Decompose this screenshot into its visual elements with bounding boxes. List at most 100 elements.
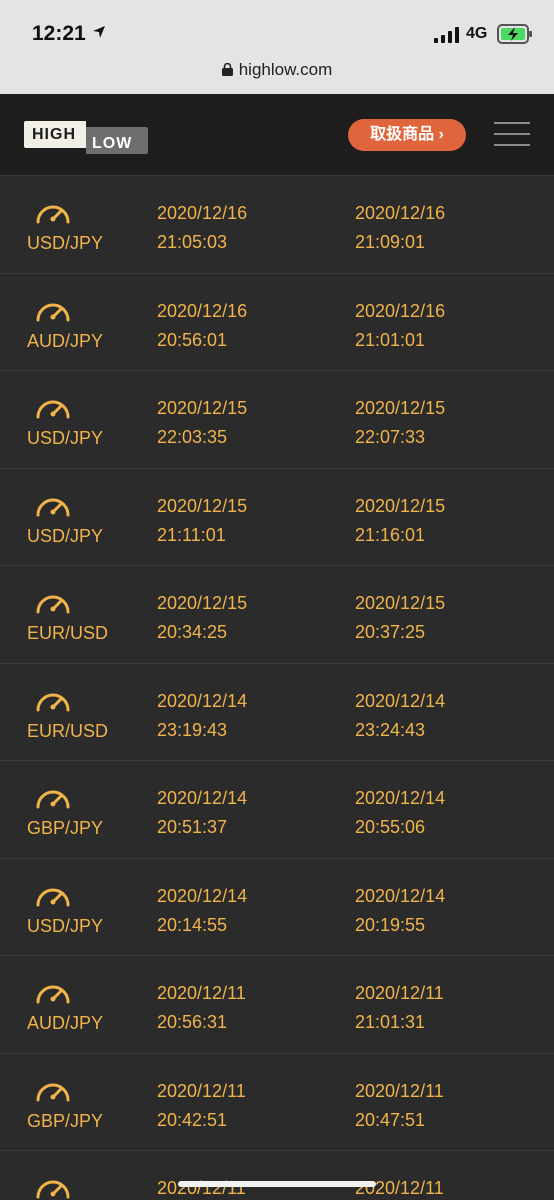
highlow-logo[interactable]: HIGH LOW — [24, 121, 148, 154]
trade-row[interactable]: USD/JPY 2020/12/14 20:14:55 2020/12/14 20:19… — [0, 859, 554, 956]
url-text: highlow.com — [238, 60, 333, 79]
trade-row[interactable]: USD/JPY 2020/12/15 21:11:01 2020/12/15 21:16… — [0, 469, 554, 566]
currency-pair: GBP/JPY — [27, 1110, 104, 1131]
close-time: 22:07:33 — [355, 427, 426, 447]
speedometer-icon — [36, 400, 70, 419]
lock-icon — [221, 63, 233, 76]
open-date: 2020/12/15 — [157, 398, 248, 418]
close-date: 2020/12/15 — [355, 398, 446, 418]
home-indicator — [178, 1181, 376, 1187]
trade-row[interactable]: AUD/JPY 2020/12/11 20:56:31 2020/12/11 21:01… — [0, 956, 554, 1054]
currency-pair: EUR/USD — [27, 623, 109, 643]
close-date: 2020/12/15 — [355, 593, 446, 613]
open-date: 2020/12/11 — [157, 983, 246, 1003]
status-time: 12:21 — [32, 22, 86, 45]
currency-pair: AUD/JPY — [27, 1013, 104, 1033]
trade-list: USD/JPY 2020/12/16 21:05:03 2020/12/16 21:09… — [0, 176, 554, 1200]
open-date: 2020/12/16 — [157, 300, 248, 321]
open-datetime: 2020/12/16 21:05:03 — [157, 199, 247, 257]
close-time: 20:19:55 — [355, 914, 426, 935]
network-type: 4G — [466, 25, 488, 42]
trade-row[interactable]: EUR/USD 2020/12/14 23:19:43 2020/12/14 23:24… — [0, 664, 554, 761]
products-button[interactable]: 取扱商品 › — [348, 119, 466, 151]
speedometer-icon — [36, 790, 70, 809]
open-date: 2020/12/14 — [157, 690, 248, 711]
close-time: 21:16:01 — [355, 524, 426, 545]
trade-row[interactable]: 2020/12/11 2020/12/11 — [0, 1151, 554, 1200]
open-datetime: 2020/12/14 20:14:55 — [157, 882, 247, 940]
logo-high: HIGH — [24, 121, 86, 148]
speedometer-icon — [36, 888, 70, 906]
open-time: 20:14:55 — [157, 914, 228, 935]
trade-row[interactable]: GBP/JPY 2020/12/14 20:51:37 2020/12/14 20:55… — [0, 761, 554, 859]
speedometer-icon — [36, 205, 70, 224]
status-bar: 12:21 4G highlow.com — [0, 0, 554, 94]
open-date: 2020/12/15 — [157, 593, 248, 613]
trade-row[interactable]: USD/JPY 2020/12/16 21:05:03 2020/12/16 21:09… — [0, 176, 554, 274]
open-time: 20:42:51 — [157, 1109, 228, 1130]
open-date: 2020/12/11 — [157, 1178, 246, 1198]
trade-row[interactable]: EUR/USD 2020/12/15 20:34:25 2020/12/15 20:37… — [0, 566, 554, 664]
currency-pair: USD/JPY — [27, 525, 104, 546]
close-date: 2020/12/14 — [355, 885, 446, 906]
open-time: 20:34:25 — [157, 622, 228, 642]
logo-low: LOW — [86, 127, 148, 154]
speedometer-icon — [36, 1180, 70, 1199]
app-header: HIGH LOW — [0, 94, 554, 176]
open-date: 2020/12/16 — [157, 203, 248, 223]
location-arrow-icon — [93, 26, 105, 38]
speedometer-icon — [36, 985, 70, 1004]
speedometer-icon — [36, 693, 70, 711]
close-datetime: 2020/12/11 21:01:31 — [355, 979, 444, 1037]
open-datetime: 2020/12/15 20:34:25 — [157, 589, 247, 647]
hamburger-menu-icon[interactable] — [494, 122, 530, 148]
currency-pair: USD/JPY — [27, 233, 104, 253]
trade-row[interactable]: GBP/JPY 2020/12/11 20:42:51 2020/12/11 20:47… — [0, 1054, 554, 1151]
open-date: 2020/12/14 — [157, 885, 248, 906]
close-datetime: 2020/12/14 20:19:55 — [355, 882, 445, 940]
open-date: 2020/12/11 — [157, 1080, 246, 1101]
open-datetime: 2020/12/11 20:42:51 — [157, 1077, 246, 1135]
close-date: 2020/12/14 — [355, 788, 446, 808]
currency-pair: AUD/JPY — [27, 330, 104, 351]
close-date: 2020/12/11 — [355, 983, 444, 1003]
open-time: 20:51:37 — [157, 817, 228, 837]
open-datetime: 2020/12/11 — [157, 1174, 246, 1200]
trade-row[interactable]: USD/JPY 2020/12/15 22:03:35 2020/12/15 22:07… — [0, 371, 554, 469]
close-datetime: 2020/12/15 21:16:01 — [355, 492, 445, 550]
open-time: 20:56:31 — [157, 1012, 228, 1032]
open-datetime: 2020/12/16 20:56:01 — [157, 297, 247, 355]
close-time: 20:47:51 — [355, 1109, 426, 1130]
open-time: 20:56:01 — [157, 329, 228, 350]
battery-charging-icon — [497, 24, 532, 44]
close-time: 21:01:31 — [355, 1012, 426, 1032]
close-time: 21:09:01 — [355, 232, 426, 252]
speedometer-icon — [36, 595, 70, 614]
open-datetime: 2020/12/14 23:19:43 — [157, 687, 247, 745]
currency-pair: USD/JPY — [27, 428, 104, 448]
currency-pair: USD/JPY — [27, 915, 104, 936]
close-datetime: 2020/12/11 — [355, 1174, 444, 1200]
close-datetime: 2020/12/15 20:37:25 — [355, 589, 445, 647]
currency-pair: EUR/USD — [27, 720, 109, 741]
speedometer-icon — [36, 1083, 70, 1101]
open-datetime: 2020/12/15 21:11:01 — [157, 492, 247, 550]
open-time: 22:03:35 — [157, 427, 228, 447]
close-time: 20:37:25 — [355, 622, 426, 642]
close-date: 2020/12/11 — [355, 1178, 444, 1198]
speedometer-icon — [36, 498, 70, 516]
url-bar[interactable]: highlow.com — [0, 60, 554, 80]
close-datetime: 2020/12/15 22:07:33 — [355, 394, 445, 452]
close-date: 2020/12/14 — [355, 690, 446, 711]
close-time: 23:24:43 — [355, 719, 426, 740]
open-time: 23:19:43 — [157, 719, 228, 740]
open-time: 21:11:01 — [157, 524, 226, 545]
speedometer-icon — [36, 303, 70, 321]
open-datetime: 2020/12/14 20:51:37 — [157, 784, 247, 842]
currency-pair: GBP/JPY — [27, 818, 104, 838]
open-date: 2020/12/14 — [157, 788, 248, 808]
open-time: 21:05:03 — [157, 232, 228, 252]
trade-row[interactable]: AUD/JPY 2020/12/16 20:56:01 2020/12/16 21:01… — [0, 274, 554, 371]
close-date: 2020/12/11 — [355, 1080, 444, 1101]
close-date: 2020/12/16 — [355, 203, 446, 223]
